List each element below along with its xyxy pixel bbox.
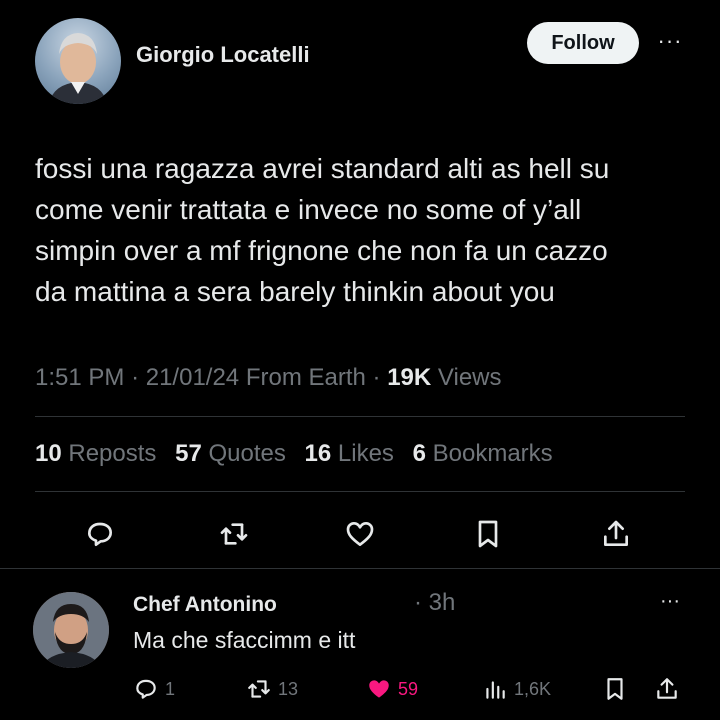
reply-likes-count: 59 [398, 678, 419, 699]
bookmarks-count: 6 [412, 440, 426, 467]
divider [0, 568, 720, 569]
reposts-label: Reposts [68, 440, 157, 467]
post-text-line: da mattina a sera barely thinkin about y… [35, 276, 555, 307]
quotes-label: Quotes [208, 440, 286, 467]
reply-views-button[interactable]: 1,6K [482, 674, 551, 704]
follow-button[interactable]: Follow [527, 22, 639, 64]
reply-like-button[interactable]: 59 [366, 674, 418, 704]
quotes-stat[interactable]: 57 Quotes [175, 440, 286, 467]
reply-text: Ma che sfaccimm e itt [133, 627, 356, 653]
like-button[interactable] [340, 514, 380, 554]
reply-author-name[interactable]: Chef Antonino [133, 593, 277, 617]
reply-share-button[interactable] [654, 674, 680, 704]
quotes-count: 57 [175, 440, 202, 467]
reply-repost-button[interactable]: 13 [246, 674, 298, 704]
post-time[interactable]: 1:51 PM [35, 364, 124, 391]
share-button[interactable] [596, 514, 636, 554]
more-options-icon[interactable]: ··· [650, 28, 690, 53]
meta-separator: · [131, 364, 140, 391]
likes-label: Likes [337, 440, 394, 467]
repost-icon [220, 523, 248, 545]
bookmarks-stat[interactable]: 6 Bookmarks [413, 440, 553, 467]
divider [35, 491, 685, 492]
post-text-line: fossi una ragazza avrei standard alti as… [35, 153, 610, 184]
heart-filled-icon [369, 680, 389, 698]
share-icon [604, 520, 628, 546]
reply-button[interactable] [80, 514, 120, 554]
post-date[interactable]: 21/01/24 [146, 364, 239, 391]
views-label: Views [437, 364, 502, 391]
divider [35, 416, 685, 417]
post-stats: 10 Reposts 57 Quotes 16 Likes 6 Bookmark… [35, 440, 565, 468]
reply-bookmark-button[interactable] [602, 674, 628, 704]
views-count: 19K [387, 364, 432, 391]
bookmarks-label: Bookmarks [432, 440, 553, 467]
bookmark-icon [607, 678, 623, 700]
reposts-count: 10 [35, 440, 62, 467]
meta-separator: · [372, 364, 381, 391]
post-meta: 1:51 PM · 21/01/24 From Earth · 19K View… [35, 364, 502, 392]
post-text-line: simpin over a mf frignone che non fa un … [35, 235, 608, 266]
reply-views-count: 1,6K [514, 678, 552, 699]
reply-replies-count: 1 [165, 678, 176, 699]
bookmark-button[interactable] [468, 514, 508, 554]
reply-time[interactable]: · 3h [414, 589, 455, 617]
reply-reply-button[interactable]: 1 [133, 674, 175, 704]
repost-icon [248, 680, 270, 698]
post-text-line: come venir trattata e invece no some of … [35, 194, 582, 225]
author-name[interactable]: Giorgio Locatelli [136, 42, 310, 68]
heart-icon [346, 522, 374, 546]
reply-reposts-count: 13 [278, 678, 299, 699]
share-icon [657, 678, 677, 699]
repost-button[interactable] [214, 514, 254, 554]
views-chart-icon [486, 681, 505, 699]
post-source: From Earth [245, 364, 366, 391]
reply-icon [88, 522, 112, 546]
reposts-stat[interactable]: 10 Reposts [35, 440, 156, 467]
likes-count: 16 [304, 440, 332, 467]
reply-author-avatar[interactable] [33, 592, 109, 668]
reply-icon [136, 679, 156, 699]
reply-more-icon[interactable]: ··· [652, 590, 688, 613]
likes-stat[interactable]: 16 Likes [305, 440, 394, 467]
author-avatar[interactable] [35, 18, 121, 104]
post-text: fossi una ragazza avrei standard alti as… [35, 148, 695, 312]
bookmark-icon [478, 520, 498, 548]
